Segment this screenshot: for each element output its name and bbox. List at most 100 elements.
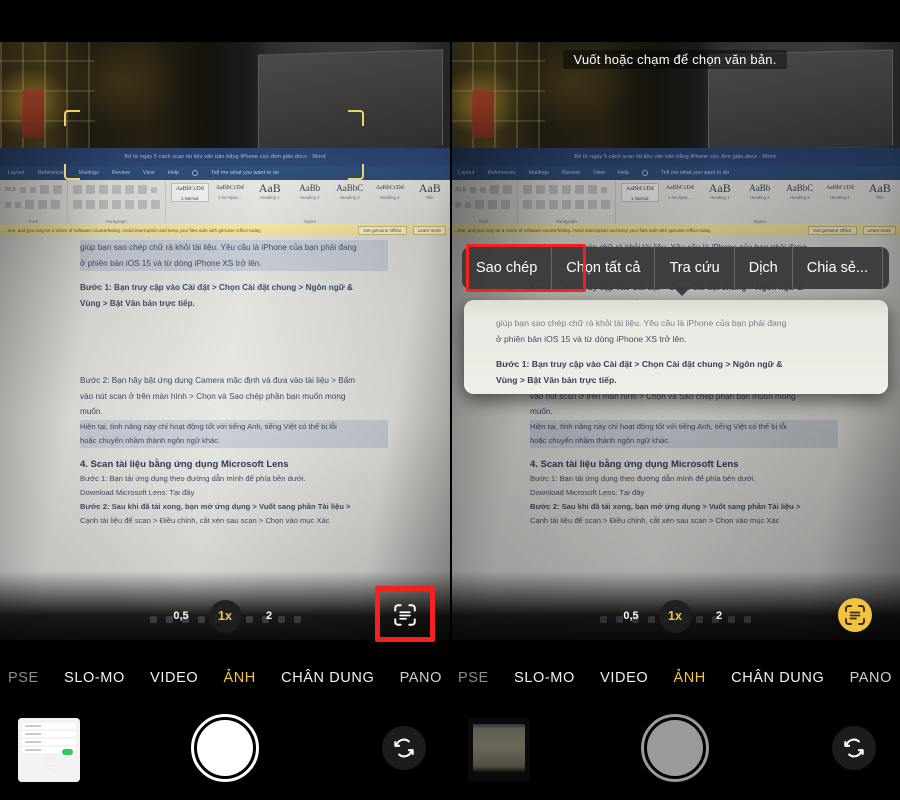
- change-case-icon[interactable]: [39, 185, 49, 194]
- camera-mode-strip-right[interactable]: PSE SLO-MO VIDEO ẢNH CHÂN DUNG PANO: [450, 660, 900, 696]
- align-left-icon[interactable]: [72, 200, 82, 209]
- camera-viewfinder-right[interactable]: Bổ từ ngày 5 cách scan tài liệu văn bản …: [450, 0, 900, 640]
- style-heading-1[interactable]: AaB Heading 1: [251, 182, 289, 200]
- camera-mode-slo-mo[interactable]: SLO-MO: [64, 670, 125, 686]
- get-genuine-office-button[interactable]: Get genuine Office: [358, 225, 407, 235]
- show-marks-icon[interactable]: [150, 186, 157, 193]
- sort-icon[interactable]: [137, 185, 147, 194]
- photo-library-thumbnail[interactable]: ············ ······· ········· ······: [18, 718, 80, 782]
- ribbon-tab-layout[interactable]: Layout: [458, 170, 475, 176]
- text-effects-icon[interactable]: [25, 200, 34, 209]
- live-text-scan-button[interactable]: [388, 598, 422, 632]
- numbering-icon[interactable]: [535, 185, 545, 194]
- get-genuine-office-button[interactable]: Get genuine Office: [808, 225, 857, 235]
- context-menu-item-share[interactable]: Chia sẻ...: [793, 247, 883, 289]
- camera-mode-pano[interactable]: PANO: [850, 670, 892, 686]
- style-no-spacing[interactable]: AaBbCcDd 1 No Spac...: [661, 183, 699, 200]
- ribbon-tab-references[interactable]: References: [38, 170, 66, 176]
- clear-formatting-icon[interactable]: [502, 185, 512, 194]
- learn-more-button[interactable]: Learn more: [862, 225, 896, 235]
- decrease-indent-icon[interactable]: [561, 185, 571, 194]
- camera-mode-video[interactable]: VIDEO: [150, 670, 198, 686]
- ribbon-tab-view[interactable]: View: [143, 170, 155, 176]
- increase-indent-icon[interactable]: [124, 185, 134, 194]
- zoom-option-1x[interactable]: 1x: [208, 599, 242, 633]
- shading-icon[interactable]: [137, 200, 147, 209]
- style-heading-2[interactable]: AaBb Heading 2: [741, 183, 779, 200]
- font-size-value[interactable]: 22.5: [455, 187, 466, 193]
- tell-me-search-field[interactable]: Tell me what you want to do: [211, 170, 279, 176]
- camera-mode-photo[interactable]: ẢNH: [673, 670, 705, 686]
- ribbon-tab-help[interactable]: Help: [618, 170, 629, 176]
- shrink-font-icon[interactable]: [479, 186, 486, 193]
- camera-mode-time-lapse[interactable]: PSE: [458, 670, 489, 686]
- style-title[interactable]: AaB Title: [411, 182, 449, 200]
- style-no-spacing[interactable]: AaBbCcDd 1 No Spac...: [211, 183, 249, 200]
- ribbon-tab-mailings[interactable]: Mailings: [529, 170, 549, 176]
- bullets-icon[interactable]: [522, 185, 532, 194]
- camera-mode-pano[interactable]: PANO: [400, 670, 442, 686]
- decrease-indent-icon[interactable]: [111, 185, 121, 194]
- style-normal[interactable]: AaBbCcDd 1 Normal: [170, 183, 209, 202]
- style-normal[interactable]: AaBbCcDd 1 Normal: [620, 183, 659, 202]
- camera-viewfinder-left[interactable]: Bổ từ ngày 5 cách scan tài liệu văn bản …: [0, 0, 450, 640]
- ribbon-tab-layout[interactable]: Layout: [8, 170, 25, 176]
- line-spacing-icon[interactable]: [574, 200, 584, 209]
- camera-mode-time-lapse[interactable]: PSE: [8, 670, 39, 686]
- text-selection-context-menu[interactable]: Sao chép Chọn tất cả Tra cứu Dịch Chia s…: [462, 244, 889, 296]
- camera-mode-video[interactable]: VIDEO: [600, 670, 648, 686]
- align-center-icon[interactable]: [535, 200, 545, 209]
- align-right-icon[interactable]: [548, 200, 558, 209]
- grow-font-icon[interactable]: [469, 186, 476, 193]
- font-size-value[interactable]: 22.5: [5, 187, 16, 193]
- style-heading-4[interactable]: AaBbCcDd Heading 4: [821, 183, 859, 200]
- align-right-icon[interactable]: [98, 200, 108, 209]
- context-menu-item-lookup[interactable]: Tra cứu: [655, 247, 735, 289]
- borders-icon[interactable]: [600, 200, 610, 209]
- superscript-icon[interactable]: [465, 201, 471, 208]
- ribbon-tab-review[interactable]: Review: [562, 170, 580, 176]
- font-color-icon[interactable]: [51, 200, 60, 209]
- grow-font-icon[interactable]: [19, 186, 26, 193]
- style-title[interactable]: AaB Title: [861, 182, 899, 200]
- context-menu-item-copy[interactable]: Sao chép: [462, 247, 553, 289]
- flip-camera-button[interactable]: [832, 726, 876, 770]
- text-highlight-icon[interactable]: [38, 200, 47, 209]
- bullets-icon[interactable]: [72, 185, 82, 194]
- show-marks-icon[interactable]: [600, 186, 607, 193]
- numbering-icon[interactable]: [85, 185, 95, 194]
- align-center-icon[interactable]: [85, 200, 95, 209]
- borders-icon[interactable]: [150, 200, 160, 209]
- camera-mode-slo-mo[interactable]: SLO-MO: [514, 670, 575, 686]
- style-heading-2[interactable]: AaBb Heading 2: [291, 183, 329, 200]
- camera-mode-photo[interactable]: ẢNH: [223, 670, 255, 686]
- style-heading-1[interactable]: AaB Heading 1: [701, 182, 739, 200]
- increase-indent-icon[interactable]: [574, 185, 584, 194]
- text-effects-icon[interactable]: [475, 200, 484, 209]
- style-heading-3[interactable]: AaBbC Heading 3: [331, 183, 369, 200]
- flip-camera-button[interactable]: [382, 726, 426, 770]
- zoom-option-2[interactable]: 2: [706, 603, 733, 630]
- live-text-scan-button-active[interactable]: [838, 598, 872, 632]
- multilevel-list-icon[interactable]: [548, 185, 558, 194]
- multilevel-list-icon[interactable]: [98, 185, 108, 194]
- zoom-option-2[interactable]: 2: [256, 603, 283, 630]
- justify-icon[interactable]: [561, 200, 571, 209]
- style-heading-4[interactable]: AaBbCcDd Heading 4: [371, 183, 409, 200]
- shutter-button[interactable]: [191, 714, 259, 782]
- sort-icon[interactable]: [587, 185, 597, 194]
- context-menu-item-translate[interactable]: Dịch: [735, 247, 793, 289]
- photo-library-thumbnail[interactable]: [468, 718, 530, 782]
- ribbon-tab-mailings[interactable]: Mailings: [79, 170, 99, 176]
- align-left-icon[interactable]: [522, 200, 532, 209]
- line-spacing-icon[interactable]: [124, 200, 134, 209]
- justify-icon[interactable]: [111, 200, 121, 209]
- shading-icon[interactable]: [587, 200, 597, 209]
- clear-formatting-icon[interactable]: [52, 185, 62, 194]
- font-color-icon[interactable]: [501, 200, 510, 209]
- text-highlight-icon[interactable]: [488, 200, 497, 209]
- learn-more-button[interactable]: Learn more: [412, 225, 446, 235]
- subscript-icon[interactable]: [5, 201, 11, 208]
- shutter-button[interactable]: [641, 714, 709, 782]
- camera-mode-strip-left[interactable]: PSE SLO-MO VIDEO ẢNH CHÂN DUNG PANO: [0, 660, 450, 696]
